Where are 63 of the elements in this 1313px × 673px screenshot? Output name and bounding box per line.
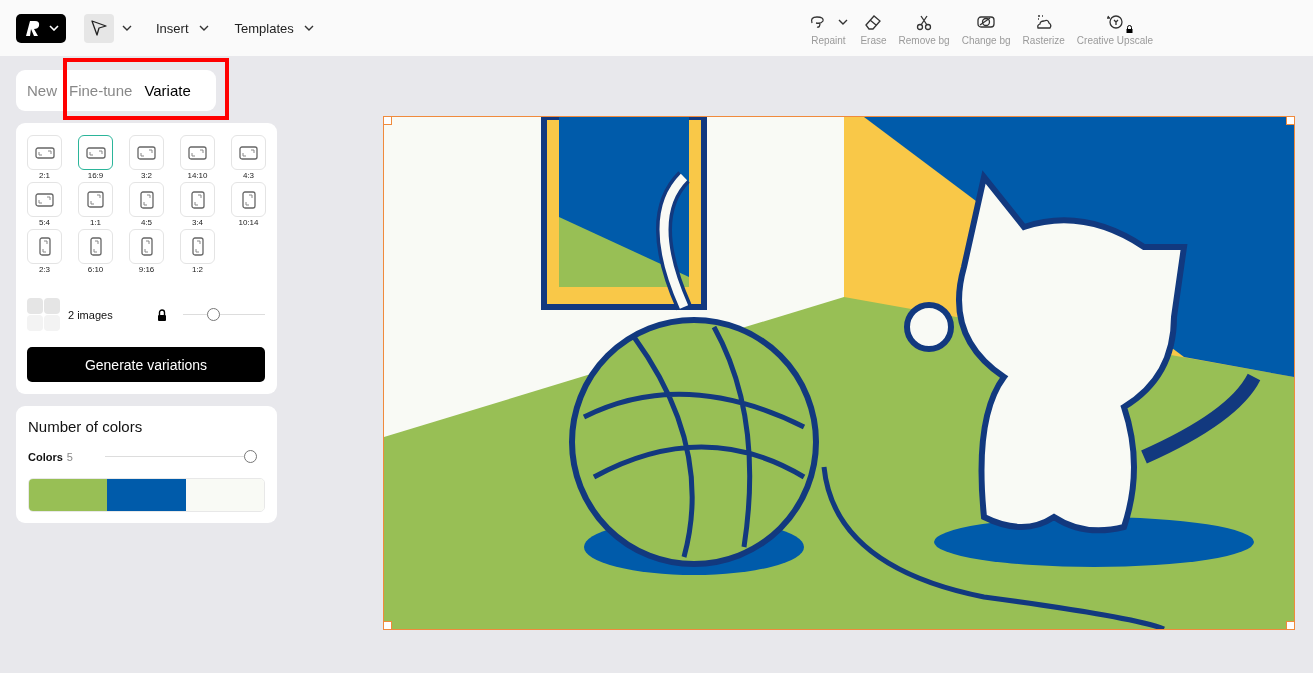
frame-icon [239,145,258,160]
aspect-ratio-label: 2:3 [38,265,51,274]
frame-icon [35,192,54,207]
frame-icon [34,146,55,159]
frame-icon [191,237,204,256]
aspect-ratio-label: 14:10 [187,171,208,180]
frame-icon [139,190,154,209]
aspect-ratio-label: 16:9 [87,171,104,180]
caret-icon [198,25,209,31]
aspect-ratio-label: 9:16 [138,265,155,274]
mode-tab[interactable]: New [27,82,57,99]
select-tool-button[interactable] [84,13,114,43]
aspect-ratio-label: 1:1 [89,218,102,227]
logo-menu-button[interactable] [16,13,66,43]
slider-thumb[interactable] [207,308,221,321]
aspect-ratio-label: 3:4 [191,218,204,227]
resize-handle[interactable] [383,116,392,125]
lock-icon [156,308,167,321]
frame-icon [188,145,207,160]
cat-and-yarn-illustration[interactable] [383,116,1295,630]
frame-icon [87,191,104,208]
frame-icon [241,190,256,209]
tool-button[interactable]: Erase [856,8,891,48]
aspect-ratio-button[interactable] [78,135,113,170]
aspect-ratio-label: 4:5 [140,218,153,227]
caret-icon [49,25,59,31]
tool-button[interactable]: Remove bg [894,8,954,48]
panel-title: Number of colors [28,418,144,435]
image-grid-icon [27,298,60,331]
caret-icon[interactable] [122,25,132,31]
aspect-ratio-label: 2:1 [38,171,51,180]
resize-handle[interactable] [383,621,392,630]
caret-icon [838,18,849,25]
frame-icon [89,237,102,256]
colors-count: 5 [66,450,73,463]
caret-icon [303,25,314,31]
generate-button[interactable]: Generate variations [27,347,265,382]
aspect-ratio-label: 5:4 [38,218,51,227]
aspect-ratio-label: 1:2 [191,265,204,274]
colors-label: Colors [28,450,63,463]
aspect-ratio-label: 10:14 [238,218,259,227]
menu-button[interactable]: Insert [156,20,209,36]
frame-icon [38,237,51,256]
frame-icon [190,190,205,209]
lock-icon [1125,24,1133,33]
tool-button[interactable]: Creative Upscale [1072,8,1157,48]
image-count-label: 2 images [68,308,113,321]
aspect-ratio-label: 4:3 [242,171,255,180]
mode-tab[interactable]: Fine-tune [69,82,133,99]
tool-button[interactable]: Rasterize [1018,8,1069,48]
mode-tab[interactable]: Variate [144,82,191,99]
pointer-icon [90,19,108,37]
resize-handle[interactable] [1286,621,1295,630]
aspect-ratio-label: 6:10 [87,265,104,274]
frame-icon [137,145,156,160]
slider-thumb[interactable] [243,450,257,463]
aspect-ratio-label: 3:2 [140,171,153,180]
menu-button[interactable]: Templates [234,20,314,36]
resize-handle[interactable] [1286,116,1295,125]
frame-icon [140,237,153,256]
frame-icon [85,146,106,159]
tool-button[interactable]: Change bg [957,8,1015,48]
tool-button[interactable]: Repaint [804,8,853,48]
